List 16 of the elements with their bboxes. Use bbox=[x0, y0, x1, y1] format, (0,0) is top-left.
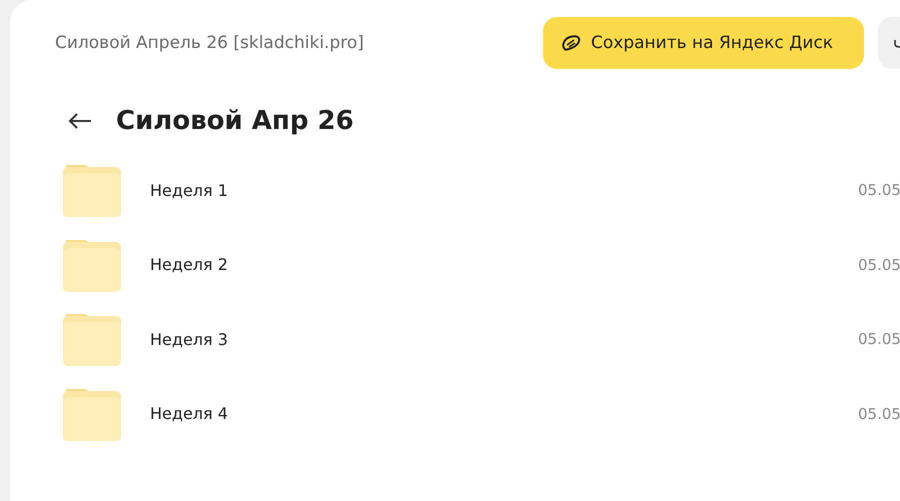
save-to-disk-button[interactable]: Сохранить на Яндекс Диск bbox=[543, 17, 864, 69]
document-title: Силовой Апрель 26 [skladchiki.pro] bbox=[55, 33, 365, 53]
modified-date: 05.05 bbox=[858, 181, 900, 200]
folder-icon bbox=[63, 386, 121, 441]
folder-name[interactable]: Неделя 4 bbox=[150, 404, 858, 424]
back-arrow-icon[interactable] bbox=[68, 112, 92, 130]
folder-name[interactable]: Неделя 3 bbox=[150, 330, 858, 349]
modified-date: 05.05 bbox=[858, 330, 900, 348]
folder-icon bbox=[63, 163, 121, 218]
folder-icon bbox=[63, 238, 121, 292]
folder-name[interactable]: Неделя 2 bbox=[150, 255, 858, 274]
modified-date: 05.05 bbox=[858, 256, 900, 274]
folder-title: Силовой Апр 26 bbox=[116, 106, 354, 136]
folder-icon bbox=[63, 312, 121, 366]
modified-date: 05.05 bbox=[858, 404, 900, 423]
folder-name[interactable]: Неделя 1 bbox=[150, 180, 858, 200]
